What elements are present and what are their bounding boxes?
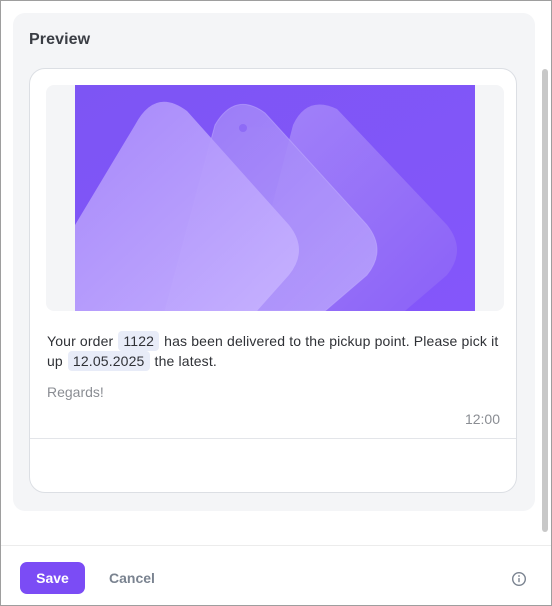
footer-divider <box>1 545 551 546</box>
info-icon[interactable] <box>511 571 527 587</box>
message-body: Your order 1122 has been delivered to th… <box>47 331 503 371</box>
message-image-illustration <box>75 85 475 311</box>
variable-chip-date: 12.05.2025 <box>67 351 150 371</box>
dialog-frame: Preview Your order 1122 has been deliver… <box>0 0 552 606</box>
message-time: 12:00 <box>464 411 500 427</box>
message-preview-card: Your order 1122 has been delivered to th… <box>29 68 517 493</box>
variable-chip-order: 1122 <box>118 331 160 351</box>
message-text-part1: Your order <box>47 333 114 349</box>
cancel-button[interactable]: Cancel <box>101 562 163 594</box>
message-text-part3: the latest. <box>154 353 217 369</box>
preview-title: Preview <box>29 31 91 48</box>
save-button[interactable]: Save <box>20 562 85 594</box>
card-divider <box>30 438 516 439</box>
preview-panel: Preview Your order 1122 has been deliver… <box>13 13 535 511</box>
message-image <box>46 85 504 311</box>
scrollbar-thumb[interactable] <box>542 69 548 532</box>
message-regards: Regards! <box>47 384 104 400</box>
